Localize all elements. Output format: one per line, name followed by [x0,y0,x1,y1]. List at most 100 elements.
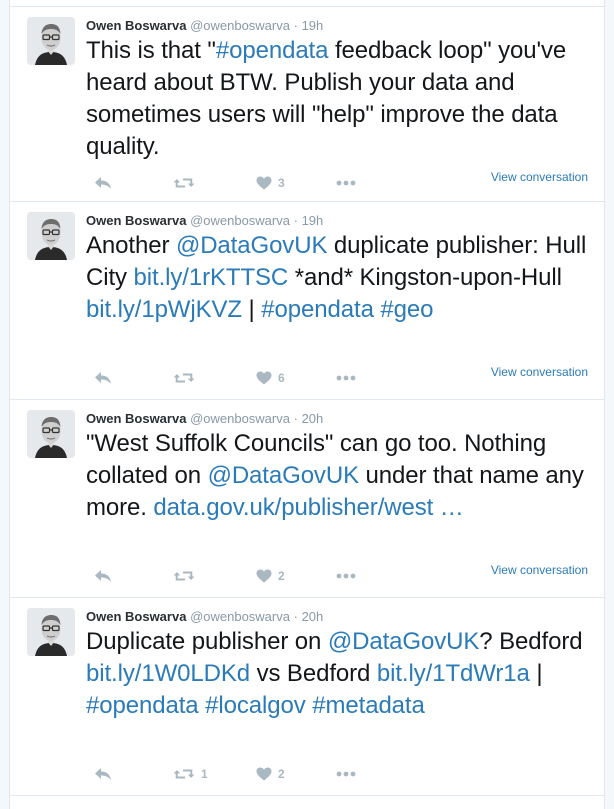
like-button[interactable]: 2 [256,566,285,586]
tweet-timestamp[interactable]: 19h [302,18,324,33]
like-button[interactable]: 2 [256,764,285,784]
retweet-button[interactable] [173,566,201,586]
retweet-count: 1 [201,767,208,781]
tweet-link[interactable]: #geo [380,296,433,323]
retweet-icon [173,178,195,188]
tweet-link[interactable]: @DataGovUK [328,628,480,655]
retweet-icon [173,769,195,779]
tweet-text-segment: ? Bedford [479,628,590,655]
reply-icon [95,177,111,189]
reply-button[interactable] [94,368,112,388]
tweet-link[interactable]: bit.ly/1TdWr1a [377,660,530,687]
avatar-image [27,212,75,260]
tweet-header: Owen Boswarva @owenboswarva · 19h [86,212,588,232]
tweet-link[interactable]: @DataGovUK [176,232,328,259]
author-fullname[interactable]: Owen Boswarva [86,411,186,426]
more-button[interactable] [336,566,356,586]
tweet-stream: Owen Boswarva @owenboswarva · 19h This i… [9,0,605,809]
tweet-header: Owen Boswarva @owenboswarva · 19h [86,17,588,37]
view-conversation-link[interactable]: View conversation [491,563,588,577]
author-username[interactable]: @owenboswarva [190,18,290,33]
more-button[interactable] [336,173,356,193]
view-conversation-link[interactable]: View conversation [491,365,588,379]
tweet[interactable]: Owen Boswarva @owenboswarva · 20h Duplic… [10,598,604,796]
more-icon [336,771,356,777]
tweet-timestamp[interactable]: 19h [302,213,324,228]
heart-icon [256,569,272,583]
tweet-timestamp[interactable]: 20h [302,609,324,624]
tweet[interactable]: Owen Boswarva @owenboswarva · 20h "West … [10,400,604,598]
tweet-text: "West Suffolk Councils" can go too. Noth… [86,428,594,524]
heart-icon [256,767,272,781]
separator-dot: · [293,213,298,228]
like-count: 3 [278,176,285,190]
more-icon [336,573,356,579]
tweet-timestamp[interactable]: 20h [302,411,324,426]
tweet-link[interactable]: @DataGovUK [208,462,360,489]
author-fullname[interactable]: Owen Boswarva [86,18,186,33]
tweet-text-segment: | [241,296,262,323]
heart-icon [256,371,272,385]
like-count: 2 [278,569,285,583]
tweet[interactable]: Owen Boswarva @owenboswarva · 19h Anothe… [10,202,604,400]
more-button[interactable] [336,764,356,784]
tweet-header: Owen Boswarva @owenboswarva · 20h [86,410,588,430]
tweet-actions: 6 [86,368,366,388]
author-username[interactable]: @owenboswarva [190,411,290,426]
tweet-text-segment: This is that " [86,37,216,64]
separator-dot: · [293,411,298,426]
separator-dot: · [293,18,298,33]
tweet-text-segment: vs Bedford [250,660,377,687]
author-fullname[interactable]: Owen Boswarva [86,213,186,228]
tweet-link[interactable]: bit.ly/1pWjKVZ [86,296,242,323]
like-count: 6 [278,371,285,385]
author-fullname[interactable]: Owen Boswarva [86,609,186,624]
tweet-link[interactable]: data.gov.uk/publisher/west … [153,494,463,521]
reply-icon [95,570,111,582]
retweet-icon [173,373,195,383]
tweet-link[interactable]: #opendata [216,37,329,64]
tweet-link[interactable]: #localgov [205,692,306,719]
avatar[interactable] [27,17,75,65]
tweet-text-segment: Another [86,232,176,259]
tweet-text: Duplicate publisher on @DataGovUK? Bedfo… [86,626,594,722]
reply-icon [95,372,111,384]
avatar-image [27,608,75,656]
tweet-text: Another @DataGovUK duplicate publisher: … [86,230,594,326]
author-username[interactable]: @owenboswarva [190,609,290,624]
view-conversation-link[interactable]: View conversation [491,170,588,184]
tweet-link[interactable]: #opendata [261,296,374,323]
avatar[interactable] [27,410,75,458]
tweet-link[interactable]: #metadata [312,692,425,719]
tweet-text: This is that "#opendata feedback loop" y… [86,35,594,163]
tweet-link[interactable]: bit.ly/1W0LDKd [86,660,250,687]
tweet-text-segment: | [529,660,550,687]
avatar[interactable] [27,212,75,260]
like-button[interactable]: 3 [256,173,285,193]
separator-dot: · [293,609,298,624]
like-count: 2 [278,767,285,781]
avatar-image [27,410,75,458]
tweet-actions: 1 2 [86,764,366,784]
retweet-button[interactable]: 1 [173,764,208,784]
retweet-button[interactable] [173,368,201,388]
reply-button[interactable] [94,173,112,193]
reply-button[interactable] [94,764,112,784]
tweet-actions: 2 [86,566,366,586]
retweet-button[interactable] [173,173,201,193]
tweet-link[interactable]: bit.ly/1rKTTSC [134,264,289,291]
reply-button[interactable] [94,566,112,586]
more-button[interactable] [336,368,356,388]
tweet-header: Owen Boswarva @owenboswarva · 20h [86,608,588,628]
tweet-text-segment: Duplicate publisher on [86,628,328,655]
tweet-link[interactable]: #opendata [86,692,199,719]
tweet-actions: 3 [86,173,366,193]
more-icon [336,180,356,186]
author-username[interactable]: @owenboswarva [190,213,290,228]
more-icon [336,375,356,381]
tweet[interactable]: Owen Boswarva @owenboswarva · 19h This i… [10,6,604,202]
like-button[interactable]: 6 [256,368,285,388]
heart-icon [256,176,272,190]
avatar[interactable] [27,608,75,656]
tweet-text-segment: *and* Kingston-upon-Hull [288,264,569,291]
